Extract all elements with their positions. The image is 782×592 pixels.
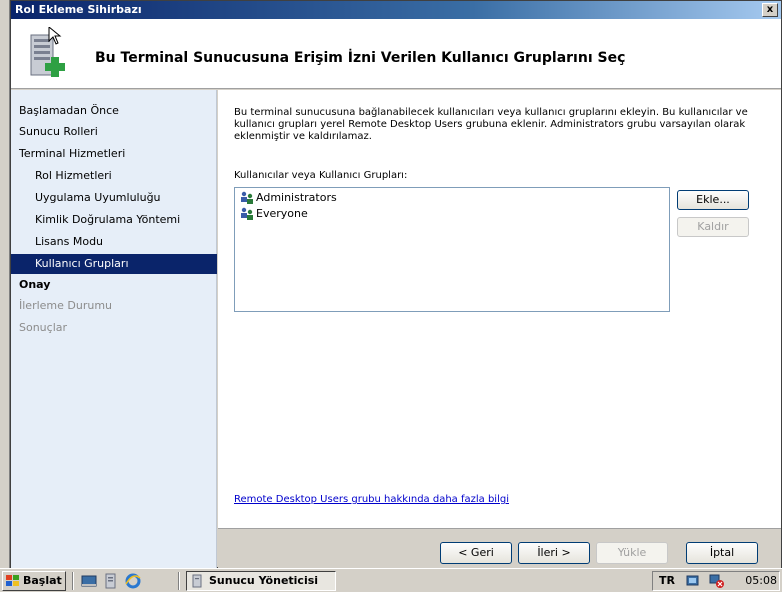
cancel-button[interactable]: İptal xyxy=(686,542,758,564)
task-label: Sunucu Yöneticisi xyxy=(209,574,319,587)
close-button[interactable]: x xyxy=(762,3,778,17)
step-confirmation[interactable]: Onay xyxy=(11,275,217,295)
wizard-footer: < Geri İleri > Yükle İptal xyxy=(218,528,781,569)
step-authentication-method[interactable]: Kimlik Doğrulama Yöntemi xyxy=(11,210,217,230)
remove-button[interactable]: Kaldır xyxy=(677,217,749,237)
user-groups-list[interactable]: Administrators Everyone xyxy=(234,187,670,312)
list-item[interactable]: Everyone xyxy=(239,206,308,222)
user-group-icon xyxy=(241,191,253,204)
add-button[interactable]: Ekle... xyxy=(677,190,749,210)
internet-explorer-icon[interactable] xyxy=(124,572,142,590)
group-name: Everyone xyxy=(256,207,308,220)
next-button[interactable]: İleri > xyxy=(518,542,590,564)
intro-text: Bu terminal sunucusuna bağlanabilecek ku… xyxy=(234,107,748,142)
language-indicator[interactable]: TR xyxy=(659,572,675,590)
network-alert-icon[interactable] xyxy=(709,573,725,589)
step-role-services[interactable]: Rol Hizmetleri xyxy=(11,166,217,186)
step-progress: İlerleme Durumu xyxy=(19,299,113,312)
list-item[interactable]: Administrators xyxy=(239,190,337,206)
wizard-header: Bu Terminal Sunucusuna Erişim İzni Veril… xyxy=(11,19,781,89)
step-licensing-mode[interactable]: Lisans Modu xyxy=(11,232,217,252)
wizard-content: Bu terminal sunucusuna bağlanabilecek ku… xyxy=(218,90,781,528)
step-application-compatibility[interactable]: Uygulama Uyumluluğu xyxy=(11,188,217,208)
network-icon[interactable] xyxy=(685,573,701,589)
wizard-steps-sidebar: Başlamadan Önce Sunucu Rolleri Terminal … xyxy=(11,90,217,569)
server-manager-icon[interactable] xyxy=(102,572,120,590)
add-roles-wizard-window: Rol Ekleme Sihirbazı x Bu Terminal Sunuc… xyxy=(10,0,782,569)
step-before-you-begin[interactable]: Başlamadan Önce xyxy=(11,101,217,121)
window-title: Rol Ekleme Sihirbazı xyxy=(15,3,142,16)
taskbar: Başlat Sunucu Yöneticisi TR 05:08 xyxy=(0,568,782,592)
system-tray: TR 05:08 xyxy=(652,571,780,591)
step-terminal-services[interactable]: Terminal Hizmetleri xyxy=(11,144,217,164)
group-name: Administrators xyxy=(256,191,337,204)
step-server-roles[interactable]: Sunucu Rolleri xyxy=(11,122,217,142)
taskbar-button-server-manager[interactable]: Sunucu Yöneticisi xyxy=(186,571,336,591)
server-manager-icon xyxy=(192,574,202,588)
start-label: Başlat xyxy=(23,574,62,587)
page-title: Bu Terminal Sunucusuna Erişim İzni Veril… xyxy=(95,50,626,66)
more-info-link[interactable]: Remote Desktop Users grubu hakkında daha… xyxy=(234,494,509,505)
show-desktop-icon[interactable] xyxy=(80,572,98,590)
taskbar-separator xyxy=(178,572,180,590)
user-group-icon xyxy=(241,207,253,220)
taskbar-separator xyxy=(72,572,74,590)
install-button[interactable]: Yükle xyxy=(596,542,668,564)
groups-list-label: Kullanıcılar veya Kullanıcı Grupları: xyxy=(234,170,408,181)
server-add-icon xyxy=(30,27,65,77)
title-bar[interactable]: Rol Ekleme Sihirbazı x xyxy=(11,1,781,19)
clock: 05:08 xyxy=(745,574,777,587)
back-button[interactable]: < Geri xyxy=(440,542,512,564)
step-user-groups[interactable]: Kullanıcı Grupları xyxy=(11,254,217,274)
desktop-background xyxy=(0,0,10,568)
start-button[interactable]: Başlat xyxy=(2,571,66,591)
step-results: Sonuçlar xyxy=(19,321,68,334)
windows-logo-icon xyxy=(6,575,19,586)
